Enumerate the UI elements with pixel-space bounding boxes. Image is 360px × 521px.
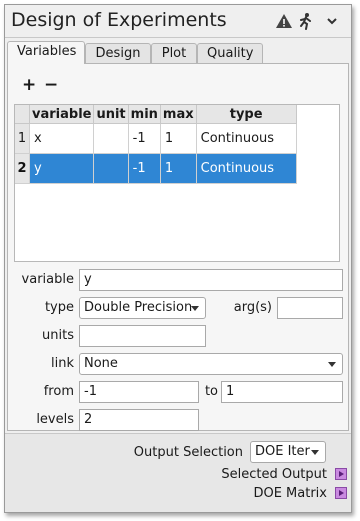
table-row[interactable]: 2 y -1 1 Continuous bbox=[15, 153, 297, 184]
units-field[interactable] bbox=[79, 325, 206, 347]
tab-variables[interactable]: Variables bbox=[7, 41, 85, 64]
tab-plot[interactable]: Plot bbox=[151, 43, 197, 63]
chevron-down-icon bbox=[191, 306, 199, 311]
link-select-value: None bbox=[84, 356, 118, 371]
doe-matrix-label: DOE Matrix bbox=[253, 486, 327, 501]
type-select[interactable]: Double Precision bbox=[79, 297, 206, 319]
tab-quality[interactable]: Quality bbox=[197, 43, 263, 63]
window-title: Design of Experiments bbox=[11, 9, 227, 31]
chevron-down-icon[interactable] bbox=[323, 12, 341, 30]
tab-design[interactable]: Design bbox=[85, 43, 151, 63]
row-header-corner bbox=[15, 105, 30, 124]
variables-panel: + − variable unit min max type 1 x -1 1 … bbox=[7, 63, 349, 431]
warning-icon[interactable] bbox=[275, 12, 293, 30]
to-field[interactable]: 1 bbox=[221, 381, 343, 403]
column-header-variable[interactable]: variable bbox=[29, 105, 95, 124]
title-bar: Design of Experiments bbox=[5, 5, 351, 38]
chevron-down-icon bbox=[328, 362, 336, 367]
tab-bar: Variables Design Plot Quality bbox=[7, 41, 351, 64]
to-label: to bbox=[204, 384, 218, 399]
output-bar: Output Selection DOE Iter Selected Outpu… bbox=[5, 433, 351, 512]
table-row[interactable]: 1 x -1 1 Continuous bbox=[15, 123, 297, 154]
args-label: arg(s) bbox=[233, 300, 272, 315]
levels-label: levels bbox=[36, 412, 74, 427]
column-header-unit[interactable]: unit bbox=[93, 105, 129, 124]
cell-unit[interactable] bbox=[93, 153, 129, 184]
output-selection-select[interactable]: DOE Iter bbox=[250, 441, 326, 463]
levels-field[interactable]: 2 bbox=[79, 409, 199, 431]
column-header-min[interactable]: min bbox=[128, 105, 161, 124]
variables-table: variable unit min max type 1 x -1 1 Cont… bbox=[14, 104, 340, 262]
chevron-down-icon bbox=[311, 450, 319, 455]
row-number[interactable]: 1 bbox=[15, 123, 30, 154]
link-label: link bbox=[51, 356, 74, 371]
from-label: from bbox=[43, 384, 74, 399]
cell-type[interactable]: Continuous bbox=[196, 153, 297, 184]
type-label: type bbox=[44, 300, 74, 315]
column-header-type[interactable]: type bbox=[196, 105, 297, 124]
variable-name-field[interactable]: y bbox=[79, 269, 343, 291]
units-label: units bbox=[42, 328, 74, 343]
selected-output-label: Selected Output bbox=[221, 467, 327, 482]
cell-type[interactable]: Continuous bbox=[196, 123, 297, 154]
cell-max[interactable]: 1 bbox=[160, 123, 197, 154]
variable-label: variable bbox=[21, 272, 74, 287]
column-header-max[interactable]: max bbox=[160, 105, 197, 124]
doe-matrix-port-icon[interactable] bbox=[335, 487, 347, 499]
cell-max[interactable]: 1 bbox=[160, 153, 197, 184]
output-selection-value: DOE Iter bbox=[255, 444, 310, 459]
from-field[interactable]: -1 bbox=[79, 381, 199, 403]
cell-variable[interactable]: y bbox=[29, 153, 95, 184]
remove-variable-button[interactable]: − bbox=[44, 76, 58, 94]
selected-output-port-icon[interactable] bbox=[335, 468, 347, 480]
doe-window: Design of Experiments Variables Design P… bbox=[4, 4, 352, 513]
row-number[interactable]: 2 bbox=[15, 153, 30, 184]
add-variable-button[interactable]: + bbox=[22, 76, 36, 94]
run-icon[interactable] bbox=[297, 12, 315, 30]
output-selection-label: Output Selection bbox=[133, 445, 243, 460]
cell-unit[interactable] bbox=[93, 123, 129, 154]
link-select[interactable]: None bbox=[79, 353, 343, 375]
cell-min[interactable]: -1 bbox=[128, 153, 161, 184]
cell-variable[interactable]: x bbox=[29, 123, 95, 154]
args-field[interactable] bbox=[277, 297, 343, 319]
cell-min[interactable]: -1 bbox=[128, 123, 161, 154]
type-select-value: Double Precision bbox=[84, 300, 193, 315]
